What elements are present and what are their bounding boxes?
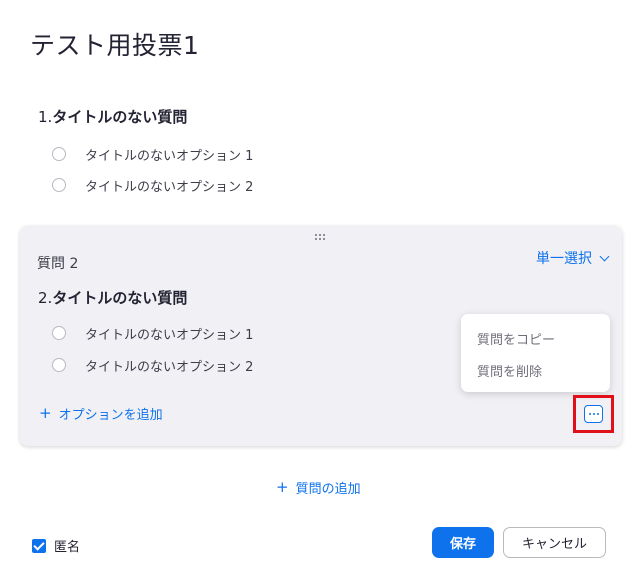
question-2-card: 質問 2 単一選択 2.タイトルのない質問 タイトルのないオプション 1 タイト… — [20, 226, 622, 446]
question-2-option-2[interactable]: タイトルのないオプション 2 — [52, 356, 254, 375]
question-1-title: タイトルのない質問 — [52, 108, 188, 126]
option-label: タイトルのないオプション 2 — [85, 179, 254, 195]
add-question-label: 質問の追加 — [295, 482, 361, 497]
copy-question-menu-item[interactable]: 質問をコピー — [477, 329, 555, 348]
add-option-button[interactable]: + オプションを追加 — [39, 404, 163, 424]
option-label: タイトルのないオプション 2 — [85, 359, 254, 375]
option-label: タイトルのないオプション 1 — [85, 148, 254, 164]
cancel-button[interactable]: キャンセル — [503, 527, 606, 558]
delete-question-menu-item[interactable]: 質問を削除 — [477, 361, 542, 380]
question-1-option-1[interactable]: タイトルのないオプション 1 — [52, 145, 254, 164]
more-options-button[interactable] — [584, 405, 603, 423]
question-1-heading[interactable]: 1.タイトルのない質問 — [38, 106, 187, 127]
plus-icon: + — [39, 404, 52, 422]
anonymous-label: 匿名 — [54, 540, 81, 555]
anonymous-checkbox[interactable] — [32, 538, 46, 553]
drag-handle-icon[interactable] — [315, 234, 329, 242]
question-2-option-1[interactable]: タイトルのないオプション 1 — [52, 324, 254, 343]
radio-icon[interactable] — [52, 147, 66, 161]
question-1-option-2[interactable]: タイトルのないオプション 2 — [52, 176, 254, 195]
radio-icon[interactable] — [52, 326, 66, 340]
question-2-title: タイトルのない質問 — [52, 289, 188, 307]
chevron-down-icon — [599, 251, 610, 262]
plus-icon: + — [276, 478, 289, 496]
question-2-number: 2. — [38, 289, 53, 307]
save-button[interactable]: 保存 — [432, 527, 494, 558]
add-question-button[interactable]: + 質問の追加 — [276, 478, 361, 498]
add-option-label: オプションを追加 — [58, 408, 163, 423]
question-2-label: 質問 2 — [37, 256, 79, 272]
question-type-value: 単一選択 — [536, 251, 592, 267]
highlight-annotation — [573, 395, 614, 433]
question-more-menu: 質問をコピー 質問を削除 — [461, 314, 610, 392]
poll-editor: テスト用投票1 1.タイトルのない質問 タイトルのないオプション 1 タイトルの… — [0, 0, 633, 576]
radio-icon[interactable] — [52, 178, 66, 192]
radio-icon[interactable] — [52, 358, 66, 372]
more-horizontal-icon — [588, 413, 591, 415]
question-type-select[interactable]: 単一選択 — [536, 248, 610, 268]
question-2-heading[interactable]: 2.タイトルのない質問 — [38, 287, 187, 308]
option-label: タイトルのないオプション 1 — [85, 327, 254, 343]
poll-title[interactable]: テスト用投票1 — [30, 26, 199, 62]
anonymous-option[interactable]: 匿名 — [32, 536, 80, 555]
question-1-number: 1. — [38, 108, 53, 126]
